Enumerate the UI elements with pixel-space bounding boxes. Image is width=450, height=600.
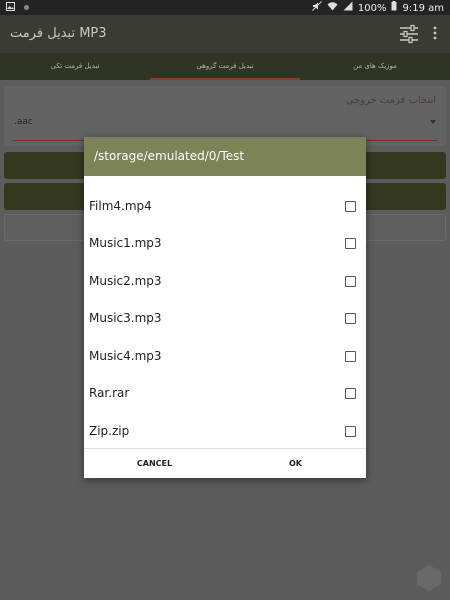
tab-batch-convert[interactable]: تبدیل فرمت گروهی <box>150 53 300 80</box>
battery-percent: 100% <box>357 2 387 14</box>
app-bar: تبدیل فرمت MP3 <box>0 15 450 53</box>
wifi-icon <box>327 1 338 15</box>
cancel-button[interactable]: CANCEL <box>84 449 225 478</box>
tab-indicator <box>150 78 300 80</box>
format-label: انتخاب فرمت خروجی <box>345 95 436 106</box>
file-checkbox[interactable] <box>345 201 356 212</box>
tab-single-convert[interactable]: تبدیل فرمت تکی <box>0 53 150 80</box>
list-item[interactable]: Music1.mp3 <box>84 225 366 262</box>
tab-my-music[interactable]: موزیک های من <box>300 53 450 80</box>
ok-button[interactable]: OK <box>225 449 366 478</box>
list-item[interactable]: Music3.mp3 <box>84 300 366 337</box>
file-name: Film4.mp4 <box>89 199 152 213</box>
file-checkbox[interactable] <box>345 388 356 399</box>
file-name: Music1.mp3 <box>89 236 162 250</box>
list-item[interactable]: Rar.rar <box>84 375 366 412</box>
file-picker-dialog: /storage/emulated/0/Test Film4.mp4 Music… <box>84 137 366 478</box>
tab-bar: موزیک های من تبدیل فرمت گروهی تبدیل فرمت… <box>0 53 450 80</box>
file-checkbox[interactable] <box>345 351 356 362</box>
file-name: Rar.rar <box>89 386 130 400</box>
file-name: Music2.mp3 <box>89 274 162 288</box>
file-checkbox[interactable] <box>345 426 356 437</box>
app-title: تبدیل فرمت MP3 <box>10 26 107 41</box>
list-item[interactable]: Music2.mp3 <box>84 263 366 300</box>
file-checkbox[interactable] <box>345 276 356 287</box>
list-item[interactable]: Music4.mp3 <box>84 338 366 375</box>
overflow-menu-icon[interactable] <box>432 25 438 41</box>
file-name: Music3.mp3 <box>89 311 162 325</box>
file-checkbox[interactable] <box>345 238 356 249</box>
watermark-logo-icon <box>416 564 442 592</box>
dialog-header: /storage/emulated/0/Test <box>84 137 366 176</box>
file-checkbox[interactable] <box>345 313 356 324</box>
file-list[interactable]: Film4.mp4 Music1.mp3 Music2.mp3 Music3.m… <box>84 176 366 448</box>
dialog-title: /storage/emulated/0/Test <box>94 149 245 163</box>
status-bar: 100% 9:19 am <box>0 0 450 15</box>
list-item[interactable]: Film4.mp4 <box>84 188 366 225</box>
format-dropdown-value[interactable]: .aac <box>14 117 33 127</box>
signal-icon <box>343 1 353 15</box>
mute-icon <box>312 1 322 15</box>
battery-icon <box>391 1 397 15</box>
dropdown-arrow-icon[interactable] <box>430 120 436 124</box>
clock: 9:19 am <box>402 2 444 14</box>
file-name: Music4.mp3 <box>89 349 162 363</box>
list-item[interactable]: Zip.zip <box>84 413 366 448</box>
notification-icon <box>23 3 30 15</box>
file-name: Zip.zip <box>89 424 130 438</box>
gallery-icon <box>6 2 15 15</box>
equalizer-icon[interactable] <box>398 23 420 45</box>
